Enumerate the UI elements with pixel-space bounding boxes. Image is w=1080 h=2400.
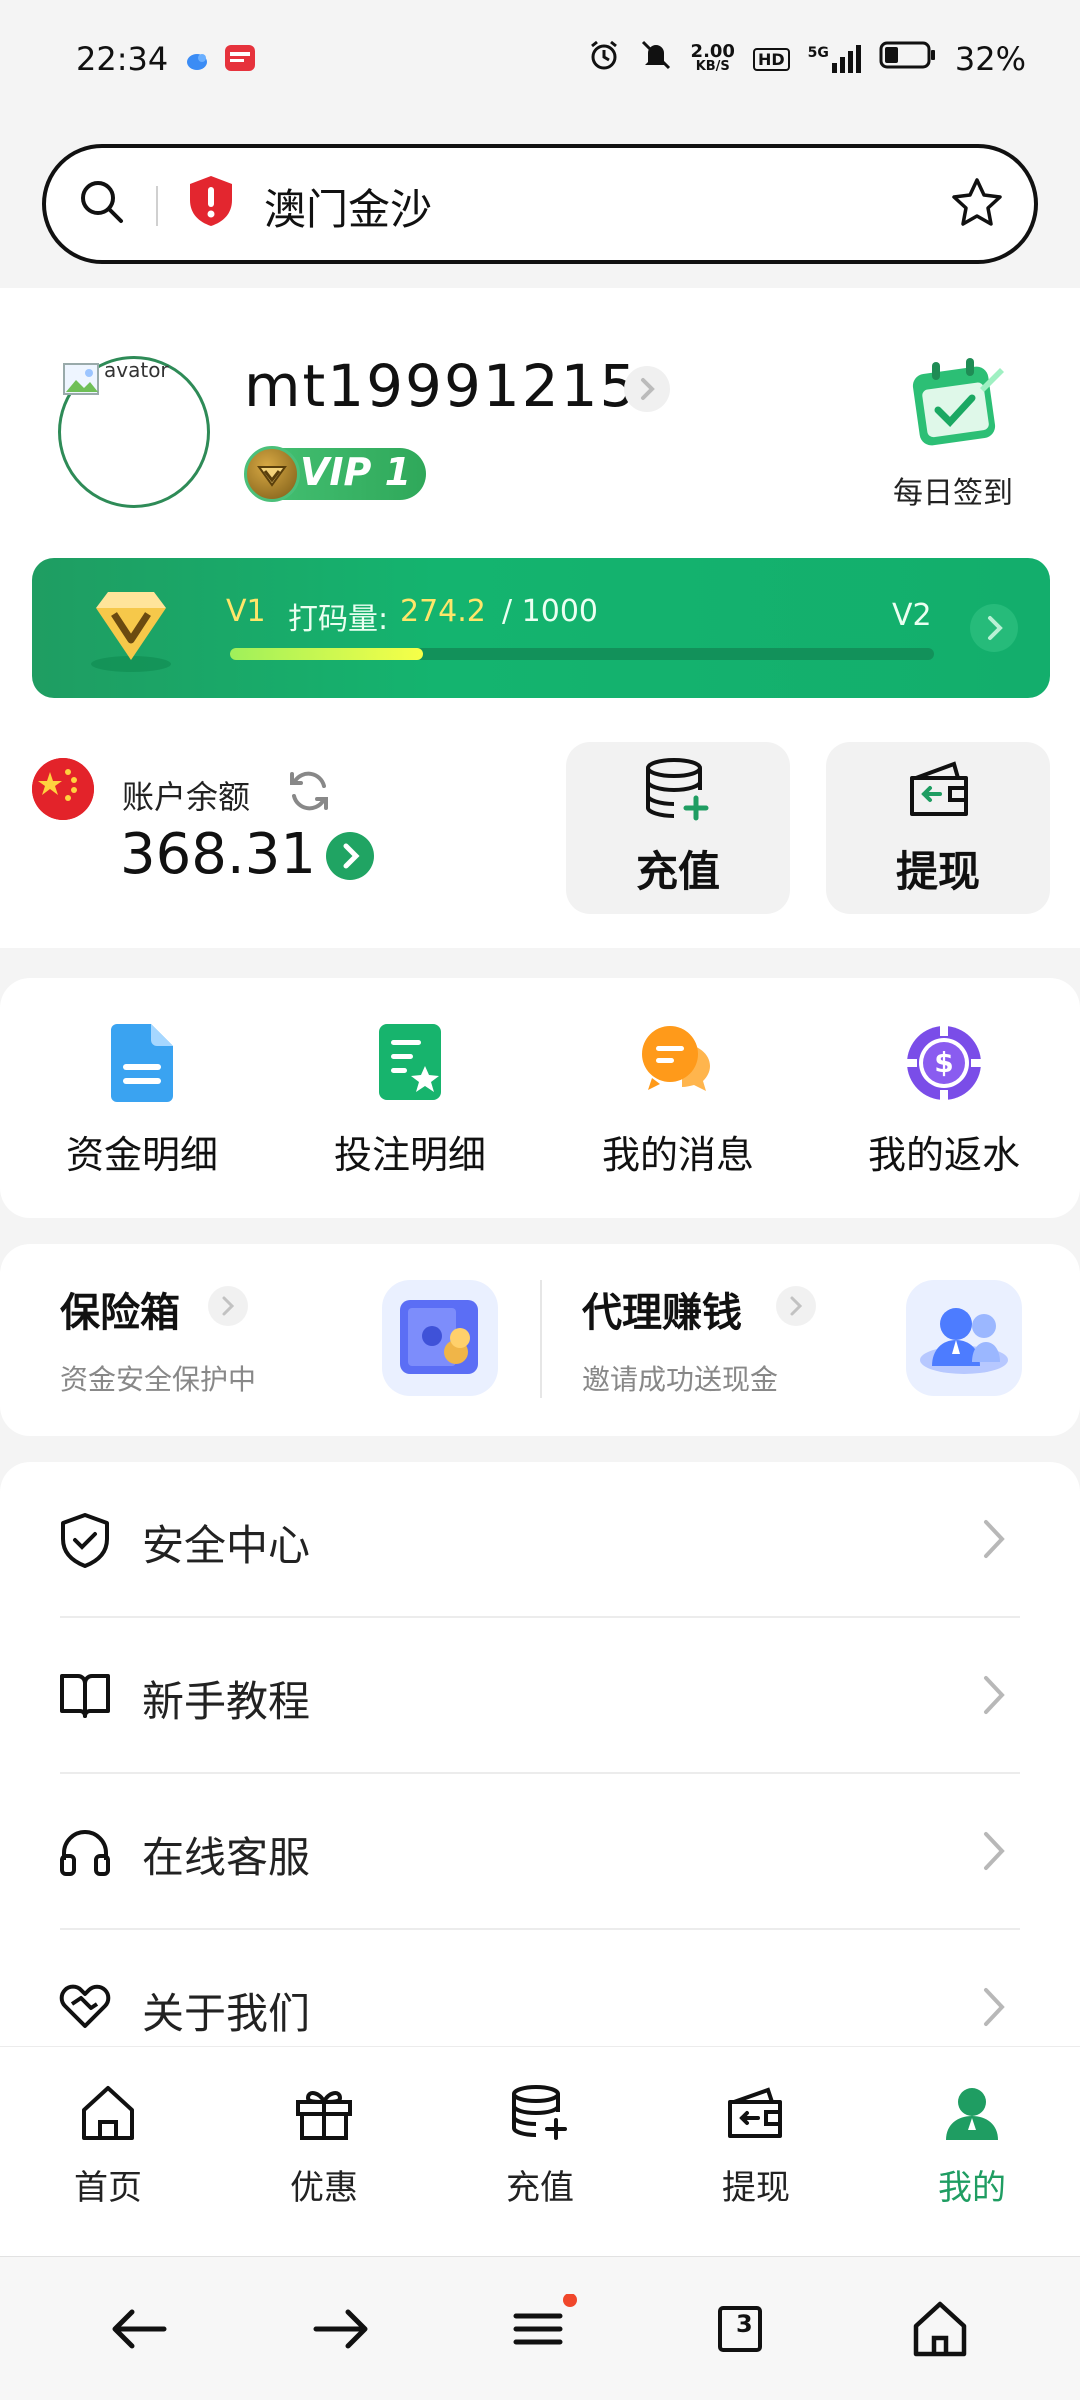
fund-detail-button[interactable] <box>12 1024 272 1106</box>
network-speed: 2.00 KB/S <box>690 41 735 75</box>
back-arrow-icon[interactable] <box>100 2294 180 2364</box>
chevron-right-icon[interactable] <box>208 1286 248 1326</box>
news-app-icon <box>224 44 256 80</box>
daily-signin-label[interactable]: 每日签到 <box>893 468 1013 512</box>
diamond-icon <box>76 578 186 682</box>
network-speed-value: 2.00 <box>690 41 735 62</box>
database-plus-icon <box>644 758 714 826</box>
diamond-badge-icon <box>244 446 300 502</box>
shield-check-icon <box>58 1512 112 1572</box>
status-time: 22:34 <box>76 40 169 78</box>
my-rebate-button[interactable]: $ <box>814 1024 1074 1106</box>
network-type: 5G <box>807 45 829 61</box>
fund-detail-label: 资金明细 <box>65 1133 218 1177</box>
signal-icon: 5G <box>808 45 861 73</box>
wallet-icon <box>904 760 974 824</box>
wallet-icon <box>728 2087 782 2138</box>
vip-level: VIP 1 <box>300 450 412 494</box>
level-value: 274.2 <box>400 594 486 629</box>
tab-label-mine[interactable]: 我的 <box>864 2160 1080 2209</box>
battery-percent: 32% <box>954 40 1026 78</box>
tab-label-deposit[interactable]: 充值 <box>432 2160 648 2209</box>
level-label: 打码量: <box>288 602 389 637</box>
username[interactable]: mt19991215 <box>244 352 638 420</box>
level-progress-fill <box>230 648 423 660</box>
status-icons: 2.00 KB/S HD 5G 32% <box>587 38 1026 80</box>
menu-icon[interactable] <box>498 2293 578 2364</box>
chevron-right-icon[interactable] <box>976 1672 1012 1722</box>
bottom-tab-bar <box>0 2046 1080 2256</box>
refresh-icon[interactable] <box>284 766 334 820</box>
level-next: V2 <box>892 598 932 633</box>
user-icon <box>946 2088 998 2140</box>
chevron-right-icon[interactable] <box>976 1984 1012 2034</box>
forward-arrow-icon[interactable] <box>300 2294 380 2364</box>
balance-label: 账户余额 <box>122 778 251 816</box>
deposit-label: 充值 <box>635 847 720 896</box>
tab-label-withdraw[interactable]: 提现 <box>648 2160 864 2209</box>
book-open-icon <box>58 1670 112 1724</box>
broken-image-icon <box>62 360 104 406</box>
menu-label-support: 在线客服 <box>142 1833 311 1882</box>
agent-earn-title[interactable]: 代理赚钱 <box>582 1280 742 1338</box>
shield-warning-icon[interactable] <box>186 174 236 232</box>
bet-detail-button[interactable] <box>280 1024 540 1106</box>
menu-label-security: 安全中心 <box>142 1521 311 1570</box>
headphones-icon <box>58 1826 112 1882</box>
search-divider <box>156 186 158 226</box>
chevron-right-icon[interactable] <box>976 1516 1012 1566</box>
safe-box-icon[interactable] <box>382 1280 498 1396</box>
heart-handshake-icon <box>58 1982 112 2034</box>
tab-offers[interactable] <box>216 2084 432 2146</box>
china-flag-icon <box>32 758 94 820</box>
promo-divider <box>540 1280 542 1398</box>
tab-withdraw[interactable] <box>648 2084 864 2146</box>
menu-label-tutorial: 新手教程 <box>142 1677 311 1726</box>
bird-app-icon <box>184 48 210 78</box>
document-icon <box>111 1024 173 1102</box>
balance-value: 368.31 <box>120 822 316 887</box>
chevron-right-icon[interactable] <box>970 604 1018 652</box>
network-speed-unit: KB/S <box>695 59 730 74</box>
menu-label-about: 关于我们 <box>142 1989 311 2038</box>
safe-box-subtitle: 资金安全保护中 <box>60 1363 257 1396</box>
bet-detail-label: 投注明细 <box>333 1133 486 1177</box>
home-icon[interactable] <box>900 2294 980 2364</box>
avatar-alt-text: avator <box>104 358 169 382</box>
chevron-right-icon[interactable] <box>624 366 670 412</box>
safe-box-title[interactable]: 保险箱 <box>60 1280 180 1338</box>
agent-earn-subtitle: 邀请成功送现金 <box>582 1363 779 1396</box>
my-rebate-label: 我的返水 <box>867 1133 1020 1177</box>
star-icon[interactable] <box>950 176 1004 234</box>
dollar-chip-icon: $ <box>907 1026 981 1100</box>
search-text[interactable]: 澳门金沙 <box>264 176 432 237</box>
my-messages-label: 我的消息 <box>601 1133 754 1177</box>
svg-text:$: $ <box>934 1046 953 1079</box>
home-icon <box>82 2086 134 2140</box>
tabs-count: 3 <box>736 2310 753 2338</box>
tab-home[interactable] <box>0 2084 216 2146</box>
database-plus-icon <box>512 2085 567 2140</box>
tab-label-home[interactable]: 首页 <box>0 2160 216 2209</box>
tab-label-offers[interactable]: 优惠 <box>216 2160 432 2209</box>
chevron-right-icon[interactable] <box>326 832 374 880</box>
list-star-icon <box>379 1024 441 1100</box>
level-total: / 1000 <box>502 594 598 629</box>
tab-deposit[interactable] <box>432 2084 648 2146</box>
hd-badge: HD <box>752 47 790 71</box>
search-icon[interactable] <box>78 178 126 230</box>
gift-icon <box>296 2091 352 2140</box>
my-messages-button[interactable] <box>548 1024 808 1098</box>
agent-people-icon[interactable] <box>906 1280 1022 1396</box>
chevron-right-icon[interactable] <box>976 1828 1012 1878</box>
chat-bubbles-icon <box>642 1026 710 1091</box>
tab-mine[interactable] <box>864 2084 1080 2146</box>
alarm-icon <box>587 38 621 80</box>
calendar-check-icon[interactable] <box>910 358 1006 452</box>
level-current: V1 <box>226 594 266 629</box>
battery-icon <box>879 40 937 78</box>
withdraw-label: 提现 <box>895 847 980 896</box>
mute-icon <box>639 38 673 80</box>
chevron-right-icon[interactable] <box>776 1286 816 1326</box>
